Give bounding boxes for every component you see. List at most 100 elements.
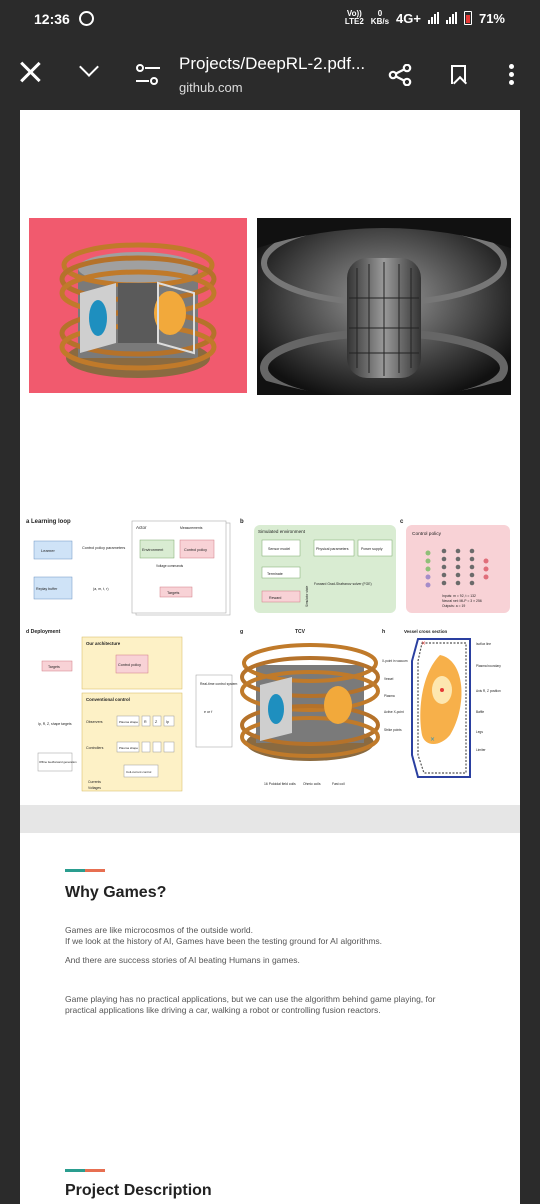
plasma-boundary-label: Plasma boundary	[476, 664, 501, 668]
xpoint-vacuum-label: X-point in vacuum	[382, 659, 408, 663]
tokamak-illustration	[29, 218, 247, 393]
paragraph-1: Games are like microcosmos of the outsid…	[65, 925, 485, 946]
plasma-shape-label: Plasma shape	[119, 720, 138, 724]
panel-g-label: g	[240, 629, 243, 635]
page-settings-icon[interactable]	[136, 64, 160, 86]
bookmark-icon[interactable]	[451, 65, 466, 84]
legs-label: Legs	[476, 730, 483, 734]
observers-label: Observers	[86, 720, 103, 724]
coil-current-control-label: Coil-current control	[126, 770, 152, 774]
physical-parameters-label: Physical parameters	[316, 547, 349, 551]
isoflux-label: Isoflux line	[476, 642, 491, 646]
status-icons: Vo)) LTE2 0 KB/s 4G+ 71%	[345, 10, 505, 26]
data-speed: 0 KB/s	[371, 10, 389, 26]
signal-icon-2	[445, 12, 457, 24]
share-icon[interactable]	[388, 63, 412, 87]
poloidal-coils-label: 16 Poloidal field coils	[264, 782, 296, 786]
browser-app-bar: Projects/DeepRL-2.pdf... github.com	[0, 40, 540, 110]
control-policy-a-label: Control policy	[184, 548, 207, 552]
our-architecture-label: Our architecture	[86, 641, 121, 646]
paragraph-1-line-2: If we look at the history of AI, Games h…	[65, 935, 383, 946]
paragraph-3-line-2: practical applications like driving a ca…	[65, 1004, 381, 1015]
figure-diagram: a Learning loop Learner Control policy p…	[26, 519, 510, 792]
voltages-label: Voltages	[88, 786, 101, 790]
network-type: 4G+	[396, 10, 421, 26]
simulated-environment-label: Simulated environment	[258, 529, 306, 534]
panel-b-label: b	[240, 519, 244, 525]
targets-a-label: Targets	[167, 591, 180, 595]
currents-label: Currents	[88, 780, 101, 784]
fast-coil-label: Fast coil	[332, 782, 345, 786]
ohmic-coils-label: Ohmic coils	[303, 782, 321, 786]
shape-targets-label: Ip, R, Z, shape targets	[38, 722, 72, 726]
paragraph-1-line-1: Games are like microcosmos of the outsid…	[65, 925, 254, 935]
realtime-control-label: Real-time control system	[200, 682, 237, 686]
measurements-label: Measurements	[180, 526, 203, 530]
baffle-label: Baffle	[476, 710, 484, 714]
pdf-page: a Learning loop Learner Control policy p…	[20, 110, 520, 805]
battery-icon	[463, 11, 472, 25]
vessel-label: Vessel	[384, 677, 394, 681]
terminate-label: Terminate	[267, 572, 283, 576]
chevron-down-icon[interactable]	[79, 57, 99, 77]
paragraph-3-line-1: Game playing has no practical applicatio…	[65, 994, 436, 1004]
tcv-label: TCV	[295, 629, 306, 635]
e-or-f-label: e or f	[204, 710, 212, 714]
replay-buffer-label: Replay buffer	[36, 587, 58, 591]
active-xpoint-label: Active X-point	[384, 710, 404, 714]
tcv-drawing	[240, 643, 380, 761]
axis-label: Axis R, Z position	[476, 689, 501, 693]
panel-a-label: a Learning loop	[26, 519, 71, 525]
simulator-state-label: Simulator state	[305, 586, 309, 607]
sensor-model-label: Sensor model	[268, 547, 290, 551]
plasma-shape-ctrl-label: Plasma shape	[119, 746, 138, 750]
actor-label: Actor	[136, 525, 147, 530]
paragraph-2: And there are success stories of AI beat…	[65, 955, 300, 965]
battery-level: 71%	[478, 10, 505, 26]
inputs-label: Inputs: m = 92, t = 132	[442, 594, 476, 598]
signal-icon	[427, 12, 439, 24]
reward-label: Reward	[269, 596, 281, 600]
speed-unit: KB/s	[370, 17, 390, 26]
outputs-label: Outputs: a = 19	[442, 604, 465, 608]
section-accent-bar	[65, 869, 105, 872]
heading-project-description: Project Description	[65, 1182, 212, 1199]
svg-text:×: ×	[430, 736, 435, 743]
environment-label: Environment	[142, 548, 164, 552]
pdf-page-2: Why Games? Games are like microcosmos of…	[20, 833, 520, 1204]
panel-h-label: h	[382, 629, 385, 635]
more-options-icon[interactable]	[509, 64, 515, 86]
ip-label: Ip	[166, 720, 169, 724]
svg-text:×: ×	[421, 640, 426, 647]
clock: 12:36	[34, 11, 70, 27]
limiter-label: Limiter	[476, 748, 487, 752]
tuple-label: (a, m, t, r)	[93, 587, 109, 591]
conventional-control-label: Conventional control	[86, 697, 130, 702]
forward-solver-label: Forward Grad-Shafranov solver (FGE)	[314, 582, 372, 586]
close-icon[interactable]	[19, 61, 41, 83]
page-title[interactable]: Projects/DeepRL-2.pdf...	[179, 54, 365, 74]
r-label: R	[144, 720, 147, 724]
section-accent-bar-2	[65, 1169, 105, 1172]
page-separator	[20, 805, 520, 833]
page-domain[interactable]: github.com	[179, 80, 243, 95]
vessel-cross-section-label: Vessel cross section	[404, 629, 448, 634]
plasma-label: Plasma	[384, 694, 395, 698]
voltage-commands-label: Voltage commands	[156, 564, 184, 568]
targets-d-label: Targets	[48, 665, 60, 669]
power-supply-label: Power supply	[361, 547, 383, 551]
offline-feedforward-label: Offline feedforward generation	[39, 760, 77, 764]
panel-d-label: d Deployment	[26, 629, 61, 635]
controllers-label: Controllers	[86, 746, 104, 750]
panel-c-label: c	[400, 519, 404, 525]
status-bar: 12:36 Vo)) LTE2 0 KB/s 4G+ 71%	[0, 0, 540, 40]
volte-indicator: Vo)) LTE2	[345, 10, 364, 26]
control-policy-d-label: Control policy	[118, 663, 141, 667]
message-notification-icon	[79, 11, 94, 26]
strike-points-label: Strike points	[384, 728, 402, 732]
learner-label: Learner	[41, 548, 55, 553]
tokamak-interior-photo	[257, 218, 511, 395]
control-policy-title: Control policy	[412, 531, 442, 537]
neural-net-label: Neural net: MLP = 3 × 256	[442, 599, 482, 603]
lte-label: LTE2	[344, 17, 364, 26]
